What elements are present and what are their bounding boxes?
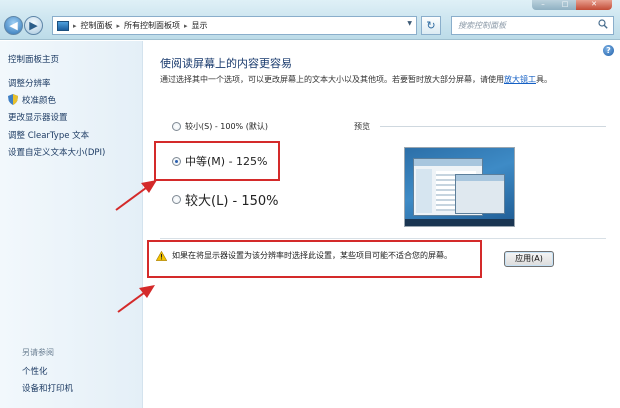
option-small-label: 较小(S) - 100% (默认) [185,122,268,131]
chevron-down-icon[interactable]: ▼ [407,20,412,27]
option-medium[interactable]: 中等(M) - 125% [172,153,267,169]
search-icon[interactable] [598,19,608,29]
control-panel-icon [57,20,69,31]
search-placeholder: 搜索控制面板 [458,21,506,30]
sidebar-item-calibrate-color[interactable]: 校准颜色 [22,94,56,106]
breadcrumb-display[interactable]: 显示 [192,20,208,31]
preview-divider [380,126,606,127]
radio-medium[interactable] [172,156,181,166]
option-medium-label: 中等(M) - 125% [185,155,268,168]
sidebar-item-devices-printers[interactable]: 设备和打印机 [22,382,73,394]
shield-icon [8,94,18,105]
radio-small[interactable] [172,122,181,131]
sidebar-item-cleartype[interactable]: 调整 ClearType 文本 [8,129,89,141]
see-also-heading: 另请参阅 [22,348,54,357]
preview-label: 预览 [354,122,370,131]
description-text: 通过选择其中一个选项，可以更改屏幕上的文本大小以及其他项。若要暂时放大部分屏幕，… [160,75,504,84]
help-icon[interactable]: ? [603,45,614,56]
page-title: 使阅读屏幕上的内容更容易 [160,57,292,70]
forward-arrow-icon: ▶ [29,19,38,32]
main-content: ? 使阅读屏幕上的内容更容易 通过选择其中一个选项，可以更改屏幕上的文本大小以及… [144,41,620,408]
chevron-right-icon: ▸ [184,21,188,30]
warning-icon [156,250,167,261]
breadcrumb-control-panel[interactable]: 控制面板 [81,20,113,31]
warning-text: 如果在将显示器设置为该分辨率时选择此设置，某些项目可能不适合您的屏幕。 [172,251,452,260]
maximize-button[interactable]: □ [554,0,576,10]
option-large[interactable]: 较大(L) - 150% [172,190,279,209]
sidebar-item-custom-dpi[interactable]: 设置自定义文本大小(DPI) [8,146,105,158]
description-tail: 具。 [536,75,552,84]
sidebar: 控制面板主页 调整分辨率 校准颜色 更改显示器设置 调整 ClearType 文… [0,41,143,408]
forward-button[interactable]: ▶ [24,16,43,35]
chevron-right-icon: ▸ [73,21,77,30]
page-description: 通过选择其中一个选项，可以更改屏幕上的文本大小以及其他项。若要暂时放大部分屏幕，… [160,73,560,86]
close-button[interactable]: ✕ [576,0,612,10]
sidebar-item-home[interactable]: 控制面板主页 [8,53,59,65]
sidebar-item-personalization[interactable]: 个性化 [22,365,48,377]
search-input[interactable]: 搜索控制面板 [451,16,614,35]
sidebar-item-display-settings[interactable]: 更改显示器设置 [8,111,68,123]
title-bar: – □ ✕ ◀ ▶ ▸ 控制面板 ▸ 所有控制面板项 ▸ 显示 ▼ ↻ 搜索控制… [0,0,620,40]
window-controls: – □ ✕ [532,0,612,10]
back-button[interactable]: ◀ [4,16,23,35]
radio-large[interactable] [172,195,181,204]
preview-image [404,147,515,227]
back-arrow-icon: ◀ [9,19,18,32]
chevron-right-icon: ▸ [116,21,121,30]
preview-taskbar [405,219,514,226]
preview-window-front [455,174,505,214]
address-bar[interactable]: ▸ 控制面板 ▸ 所有控制面板项 ▸ 显示 ▼ [52,16,417,35]
refresh-button[interactable]: ↻ [421,16,441,35]
refresh-icon: ↻ [426,19,436,32]
warning-message: 如果在将显示器设置为该分辨率时选择此设置，某些项目可能不适合您的屏幕。 [156,250,452,261]
option-large-label: 较大(L) - 150% [185,194,279,209]
magnifier-link[interactable]: 放大镜工 [504,75,536,84]
option-small[interactable]: 较小(S) - 100% (默认) [172,121,268,132]
minimize-button[interactable]: – [532,0,554,10]
sidebar-item-resolution[interactable]: 调整分辨率 [8,77,51,89]
divider [160,238,606,239]
apply-button[interactable]: 应用(A) [504,251,554,267]
breadcrumb-all-items[interactable]: 所有控制面板项 [124,20,180,31]
